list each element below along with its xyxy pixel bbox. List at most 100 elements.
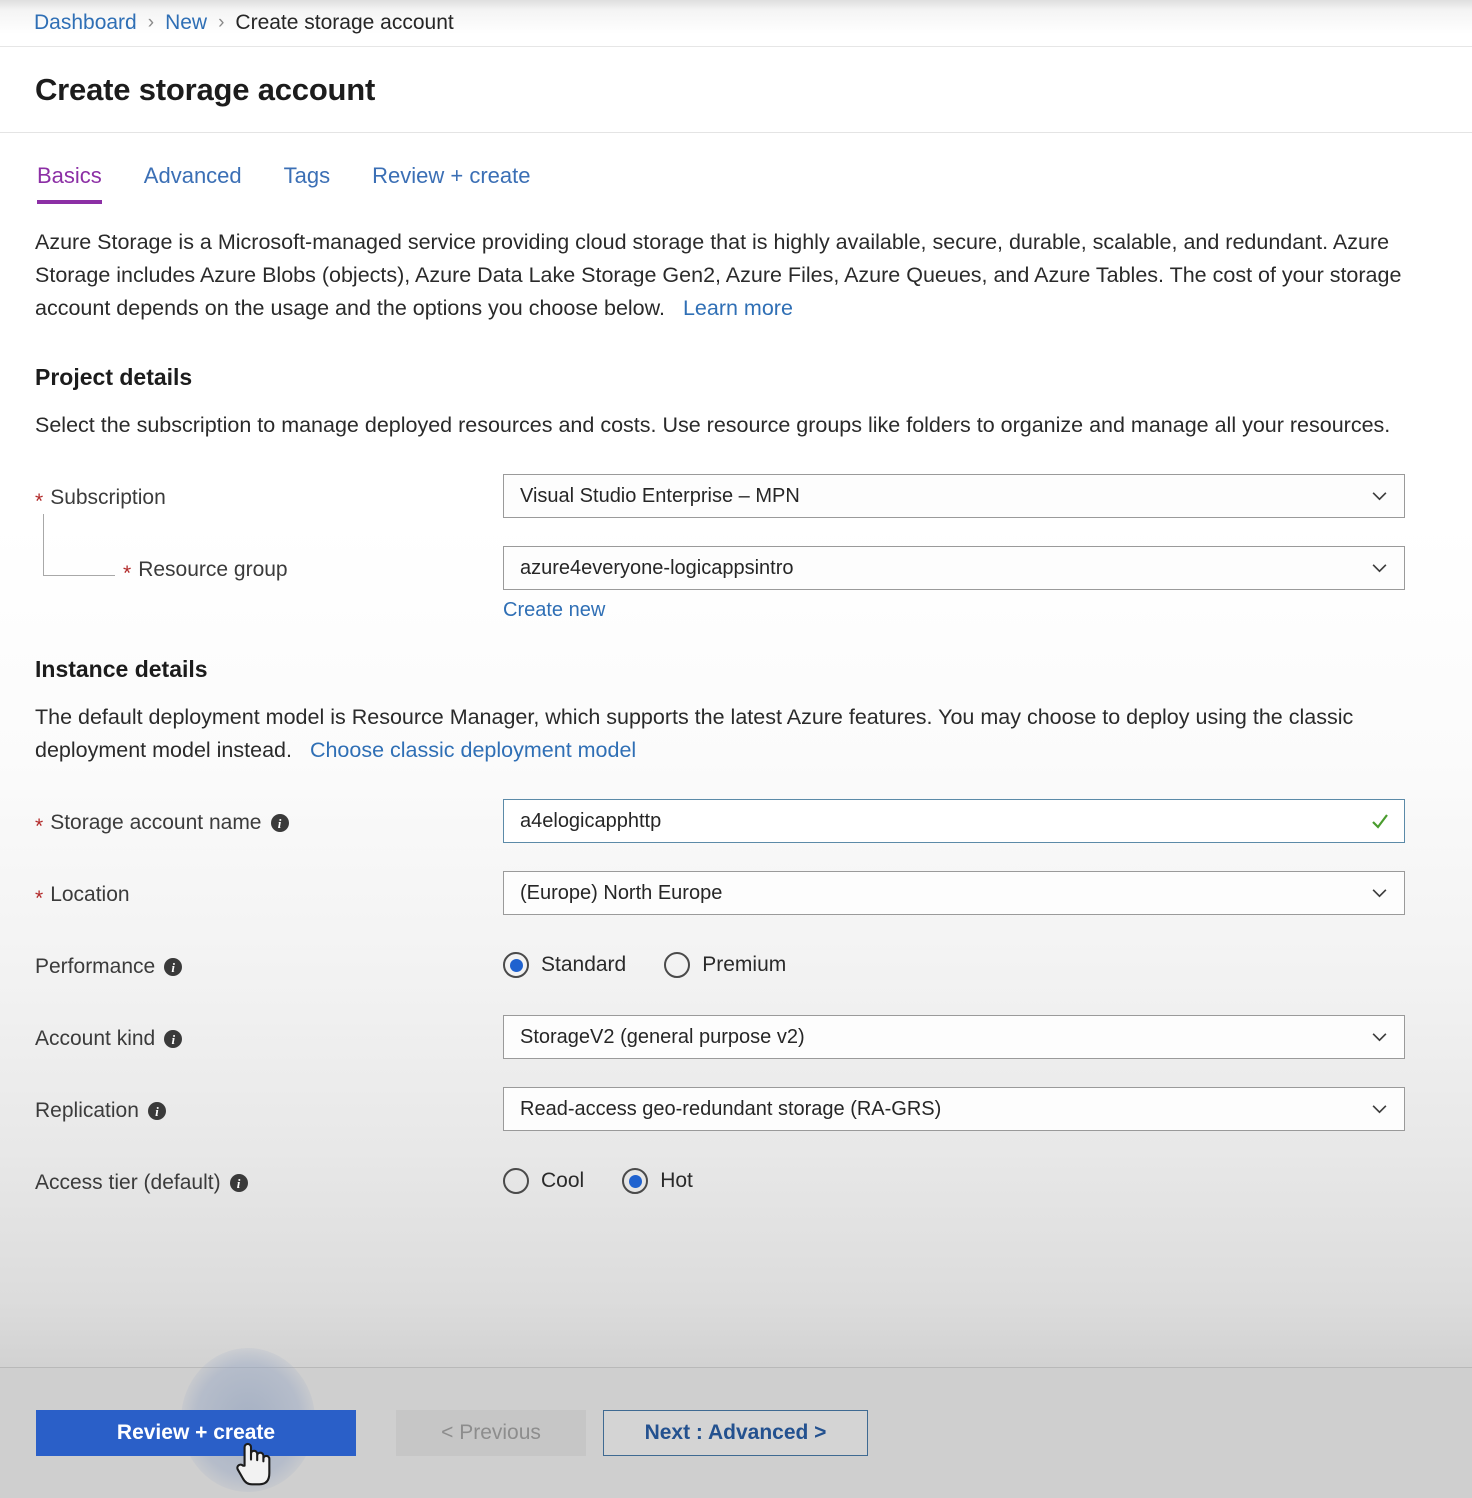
breadcrumb-separator-icon: › <box>218 12 225 33</box>
performance-label-cell: Performance i <box>35 943 503 991</box>
replication-value: Read-access geo-redundant storage (RA-GR… <box>520 1097 942 1120</box>
performance-option-premium-label: Premium <box>702 953 787 976</box>
subscription-field-cell: Visual Studio Enterprise – MPN <box>503 474 1437 518</box>
tab-review-create[interactable]: Review + create <box>372 163 530 204</box>
breadcrumb: Dashboard › New › Create storage account <box>0 0 1472 47</box>
tab-basics[interactable]: Basics <box>37 163 102 204</box>
valid-check-icon <box>1372 814 1388 829</box>
access-tier-radio-group: Cool Hot <box>503 1159 1437 1203</box>
chevron-down-icon <box>1372 1033 1387 1042</box>
create-storage-account-page: Dashboard › New › Create storage account… <box>0 0 1472 1498</box>
location-value: (Europe) North Europe <box>520 881 723 904</box>
resource-group-select[interactable]: azure4everyone-logicappsintro <box>503 546 1405 590</box>
performance-option-standard[interactable]: Standard <box>503 952 626 978</box>
subscription-select[interactable]: Visual Studio Enterprise – MPN <box>503 474 1405 518</box>
access-tier-label-cell: Access tier (default) i <box>35 1159 503 1207</box>
next-advanced-button[interactable]: Next : Advanced > <box>603 1410 868 1456</box>
choose-classic-deployment-model-link[interactable]: Choose classic deployment model <box>310 738 636 762</box>
tab-tags[interactable]: Tags <box>284 163 330 204</box>
required-marker-icon: * <box>35 489 44 513</box>
row-replication: Replication i Read-access geo-redundant … <box>35 1087 1437 1135</box>
resource-group-value: azure4everyone-logicappsintro <box>520 556 794 579</box>
subscription-label: Subscription <box>50 486 166 509</box>
performance-radio-group: Standard Premium <box>503 943 1437 987</box>
tab-bar: Basics Advanced Tags Review + create <box>0 133 1472 204</box>
performance-label: Performance <box>35 955 156 978</box>
create-new-resource-group-link[interactable]: Create new <box>503 599 605 622</box>
row-access-tier: Access tier (default) i Cool Hot <box>35 1159 1437 1207</box>
account-kind-select[interactable]: StorageV2 (general purpose v2) <box>503 1015 1405 1059</box>
row-performance: Performance i Standard Premium <box>35 943 1437 991</box>
review-create-button[interactable]: Review + create <box>36 1410 356 1456</box>
title-bar: Create storage account <box>0 47 1472 133</box>
account-kind-label: Account kind <box>35 1027 156 1050</box>
account-kind-field-cell: StorageV2 (general purpose v2) <box>503 1015 1437 1059</box>
row-location: * Location (Europe) North Europe <box>35 871 1437 919</box>
info-icon[interactable]: i <box>164 958 183 976</box>
account-kind-label-cell: Account kind i <box>35 1015 503 1063</box>
location-field-cell: (Europe) North Europe <box>503 871 1437 915</box>
performance-option-premium[interactable]: Premium <box>664 952 786 978</box>
form-content: Azure Storage is a Microsoft-managed ser… <box>0 226 1472 1207</box>
storage-account-name-label: Storage account name <box>50 811 262 834</box>
info-icon[interactable]: i <box>270 814 289 832</box>
required-marker-icon: * <box>35 886 44 910</box>
instance-details-description: The default deployment model is Resource… <box>35 701 1405 767</box>
info-icon[interactable]: i <box>147 1102 166 1120</box>
performance-field-cell: Standard Premium <box>503 943 1437 987</box>
tab-advanced[interactable]: Advanced <box>144 163 242 204</box>
storage-account-name-input[interactable]: a4elogicapphttp <box>503 799 1405 843</box>
page-title: Create storage account <box>35 71 376 107</box>
instance-details-description-text: The default deployment model is Resource… <box>35 705 1354 762</box>
instance-details-form: * Storage account name i a4elogicapphttp <box>35 799 1437 1207</box>
location-select[interactable]: (Europe) North Europe <box>503 871 1405 915</box>
row-resource-group: * Resource group azure4everyone-logicapp… <box>35 514 1437 622</box>
breadcrumb-item-new[interactable]: New <box>165 11 207 35</box>
access-tier-option-cool[interactable]: Cool <box>503 1168 584 1194</box>
breadcrumb-item-dashboard[interactable]: Dashboard <box>34 11 137 35</box>
footer-buttons: Review + create < Previous Next : Advanc… <box>0 1368 1472 1498</box>
project-details-description: Select the subscription to manage deploy… <box>35 413 1391 437</box>
replication-label: Replication <box>35 1099 139 1122</box>
required-marker-icon: * <box>123 561 132 585</box>
replication-field-cell: Read-access geo-redundant storage (RA-GR… <box>503 1087 1437 1131</box>
chevron-down-icon <box>1372 564 1387 573</box>
access-tier-label: Access tier (default) <box>35 1171 221 1194</box>
project-details-heading: Project details <box>35 364 193 390</box>
resource-group-label-cell: * Resource group <box>35 514 503 594</box>
row-account-kind: Account kind i StorageV2 (general purpos… <box>35 1015 1437 1063</box>
radio-icon-selected[interactable] <box>622 1168 649 1194</box>
access-tier-option-cool-label: Cool <box>541 1169 585 1192</box>
replication-select[interactable]: Read-access geo-redundant storage (RA-GR… <box>503 1087 1405 1131</box>
instance-details-heading: Instance details <box>35 656 208 682</box>
storage-account-name-label-cell: * Storage account name i <box>35 799 503 847</box>
learn-more-link[interactable]: Learn more <box>683 296 793 320</box>
storage-account-name-field-cell: a4elogicapphttp <box>503 799 1437 843</box>
chevron-down-icon <box>1372 1105 1387 1114</box>
resource-group-field-cell: azure4everyone-logicappsintro Create new <box>503 546 1437 622</box>
footer-bar: Review + create < Previous Next : Advanc… <box>0 1348 1472 1498</box>
chevron-down-icon <box>1372 889 1387 898</box>
access-tier-option-hot[interactable]: Hot <box>622 1168 693 1194</box>
project-details-form: * Subscription Visual Studio Enterprise … <box>35 474 1437 622</box>
access-tier-option-hot-label: Hot <box>660 1169 693 1192</box>
chevron-down-icon <box>1372 492 1387 501</box>
resource-group-label: Resource group <box>138 558 288 581</box>
radio-icon-selected[interactable] <box>503 952 529 978</box>
subscription-label-cell: * Subscription <box>35 474 503 522</box>
subscription-value: Visual Studio Enterprise – MPN <box>520 484 800 507</box>
previous-button: < Previous <box>396 1410 586 1456</box>
radio-icon[interactable] <box>664 952 691 978</box>
resource-group-label-wrap: * Resource group <box>35 558 288 585</box>
info-icon[interactable]: i <box>164 1030 183 1048</box>
intro-paragraph: Azure Storage is a Microsoft-managed ser… <box>35 226 1410 325</box>
required-marker-icon: * <box>35 814 44 838</box>
info-icon[interactable]: i <box>229 1174 248 1192</box>
radio-icon[interactable] <box>503 1168 529 1194</box>
storage-account-name-value: a4elogicapphttp <box>520 809 662 832</box>
row-subscription: * Subscription Visual Studio Enterprise … <box>35 474 1437 522</box>
performance-option-standard-label: Standard <box>541 953 627 976</box>
breadcrumb-item-current: Create storage account <box>235 11 454 34</box>
row-storage-account-name: * Storage account name i a4elogicapphttp <box>35 799 1437 847</box>
breadcrumb-separator-icon: › <box>147 12 155 33</box>
